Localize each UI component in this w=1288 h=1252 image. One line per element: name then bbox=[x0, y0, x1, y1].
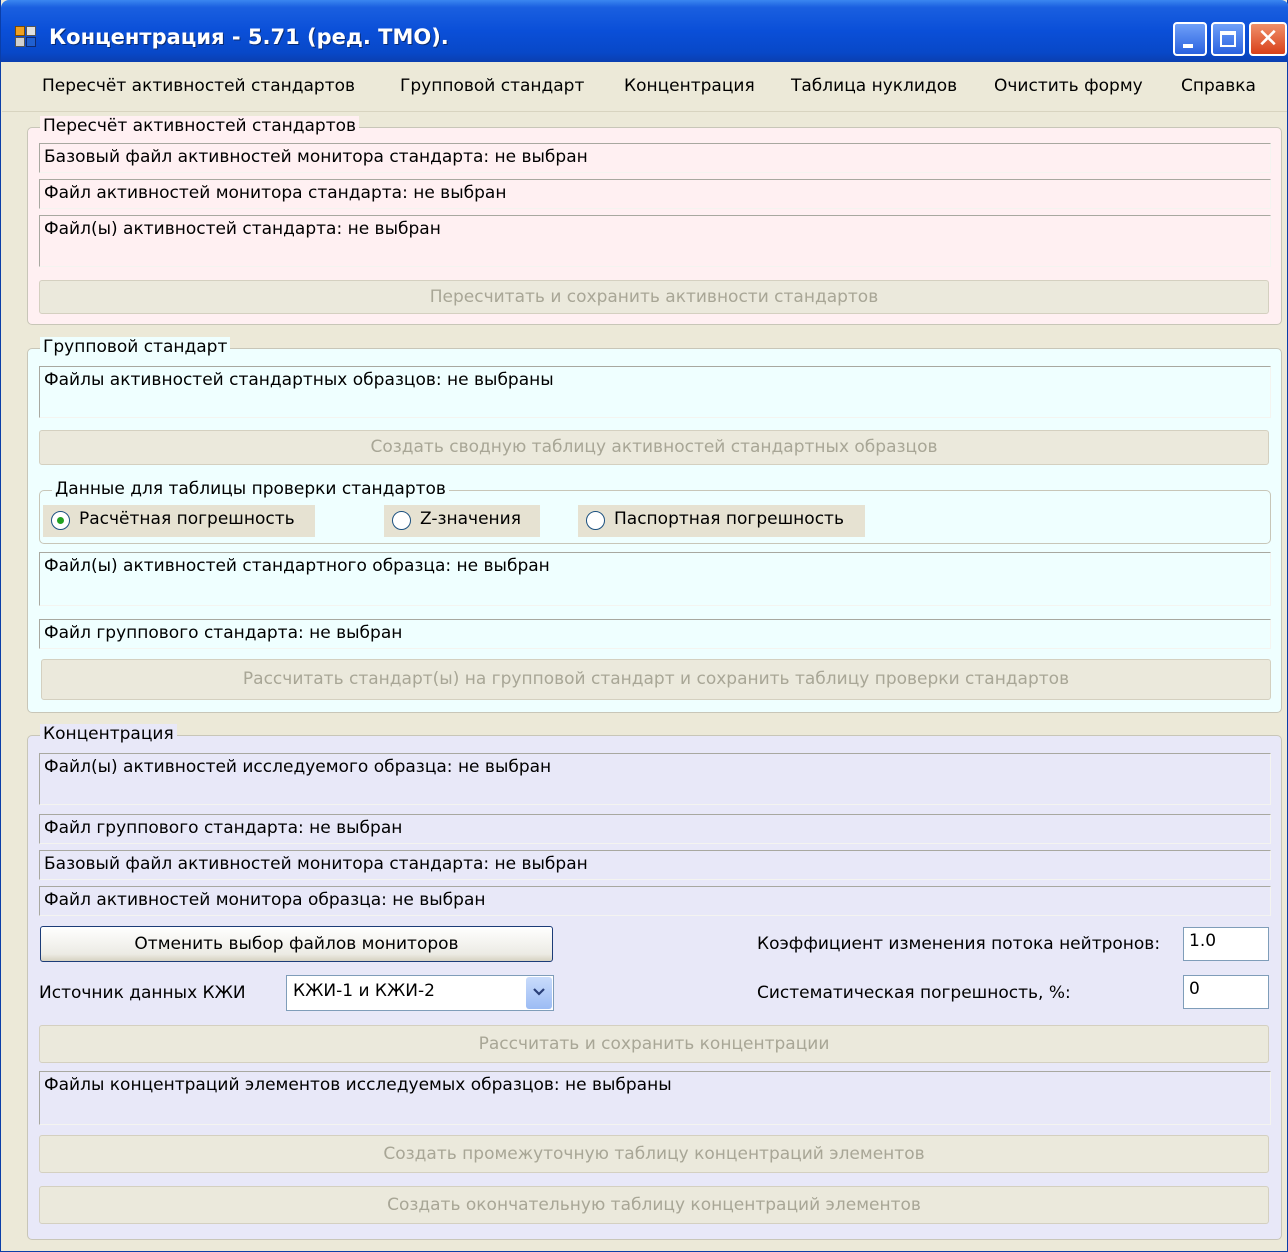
dropdown-button[interactable] bbox=[526, 977, 552, 1009]
menu-nuclide-table[interactable]: Таблица нуклидов bbox=[791, 76, 957, 96]
concentration-files-label[interactable]: Файлы концентраций элементов исследуемых… bbox=[39, 1071, 1271, 1125]
group-standard-legend: Групповой стандарт bbox=[40, 337, 231, 357]
radio-calculated-error[interactable]: Расчётная погрешность bbox=[43, 505, 315, 537]
menu-bar: Пересчёт активностей стандартов Группово… bbox=[2, 62, 1287, 112]
minimize-icon bbox=[1183, 44, 1193, 48]
radio-calculated-error-label: Расчётная погрешность bbox=[79, 509, 295, 529]
maximize-button[interactable] bbox=[1211, 22, 1245, 56]
group-sample-files-label[interactable]: Файлы активностей стандартных образцов: … bbox=[39, 366, 1271, 418]
create-summary-table-button[interactable]: Создать сводную таблицу активностей стан… bbox=[39, 430, 1269, 465]
app-window: Концентрация - 5.71 (ред. ТМО). ✕ Пересч… bbox=[0, 0, 1288, 1252]
neutron-flux-label: Коэффициент изменения потока нейтронов: bbox=[757, 934, 1161, 954]
radio-circle-selected bbox=[51, 511, 70, 530]
studied-sample-files-label[interactable]: Файл(ы) активностей исследуемого образца… bbox=[39, 753, 1271, 805]
neutron-flux-input[interactable]: 1.0 bbox=[1183, 927, 1269, 961]
minimize-button[interactable] bbox=[1173, 22, 1207, 56]
kzhi-source-label: Источник данных КЖИ bbox=[39, 983, 246, 1003]
radio-circle bbox=[586, 511, 605, 530]
recalc-standard-files-label[interactable]: Файл(ы) активностей стандарта: не выбран bbox=[39, 215, 1271, 267]
close-button[interactable]: ✕ bbox=[1249, 22, 1287, 56]
concentration-legend: Концентрация bbox=[40, 724, 177, 744]
systematic-error-input[interactable]: 0 bbox=[1183, 975, 1269, 1009]
radio-passport-error-label: Паспортная погрешность bbox=[614, 509, 844, 529]
menu-concentration[interactable]: Концентрация bbox=[624, 76, 755, 96]
window-title: Концентрация - 5.71 (ред. ТМО). bbox=[49, 25, 449, 49]
radio-passport-error[interactable]: Паспортная погрешность bbox=[578, 505, 865, 537]
recalc-monitor-file-label[interactable]: Файл активностей монитора стандарта: не … bbox=[39, 179, 1271, 209]
check-data-legend: Данные для таблицы проверки стандартов bbox=[52, 479, 449, 499]
recalc-base-monitor-file-label[interactable]: Базовый файл активностей монитора станда… bbox=[39, 143, 1271, 173]
calc-save-concentrations-button[interactable]: Рассчитать и сохранить концентрации bbox=[39, 1025, 1269, 1063]
create-intermediate-table-button[interactable]: Создать промежуточную таблицу концентрац… bbox=[39, 1135, 1269, 1173]
radio-z-values-label: Z-значения bbox=[420, 509, 521, 529]
menu-help[interactable]: Справка bbox=[1181, 76, 1256, 96]
title-bar[interactable]: Концентрация - 5.71 (ред. ТМО). ✕ bbox=[1, 0, 1288, 62]
radio-circle bbox=[392, 511, 411, 530]
recalc-save-button[interactable]: Пересчитать и сохранить активности станд… bbox=[39, 280, 1269, 314]
systematic-error-label: Систематическая погрешность, %: bbox=[757, 983, 1071, 1003]
menu-recalc-standards[interactable]: Пересчёт активностей стандартов bbox=[42, 76, 355, 96]
radio-z-values[interactable]: Z-значения bbox=[384, 505, 540, 537]
create-final-table-button[interactable]: Создать окончательную таблицу концентрац… bbox=[39, 1186, 1269, 1224]
conc-base-monitor-file-label[interactable]: Базовый файл активностей монитора станда… bbox=[39, 850, 1271, 880]
chevron-down-icon bbox=[533, 988, 545, 996]
sample-monitor-file-label[interactable]: Файл активностей монитора образца: не вы… bbox=[39, 886, 1271, 916]
standard-sample-files-label[interactable]: Файл(ы) активностей стандартного образца… bbox=[39, 552, 1271, 606]
menu-group-standard[interactable]: Групповой стандарт bbox=[400, 76, 584, 96]
kzhi-source-value: КЖИ-1 и КЖИ-2 bbox=[293, 981, 435, 1001]
kzhi-source-select[interactable]: КЖИ-1 и КЖИ-2 bbox=[286, 975, 554, 1011]
close-icon: ✕ bbox=[1257, 24, 1279, 54]
cancel-monitors-button[interactable]: Отменить выбор файлов мониторов bbox=[40, 926, 553, 962]
conc-group-standard-file-label[interactable]: Файл группового стандарта: не выбран bbox=[39, 814, 1271, 844]
group-standard-file-label[interactable]: Файл группового стандарта: не выбран bbox=[39, 619, 1271, 649]
maximize-icon bbox=[1220, 31, 1236, 47]
calc-group-standard-button[interactable]: Рассчитать стандарт(ы) на групповой стан… bbox=[41, 659, 1271, 700]
menu-clear-form[interactable]: Очистить форму bbox=[994, 76, 1143, 96]
recalc-group-legend: Пересчёт активностей стандартов bbox=[40, 116, 360, 136]
app-icon bbox=[15, 26, 37, 48]
